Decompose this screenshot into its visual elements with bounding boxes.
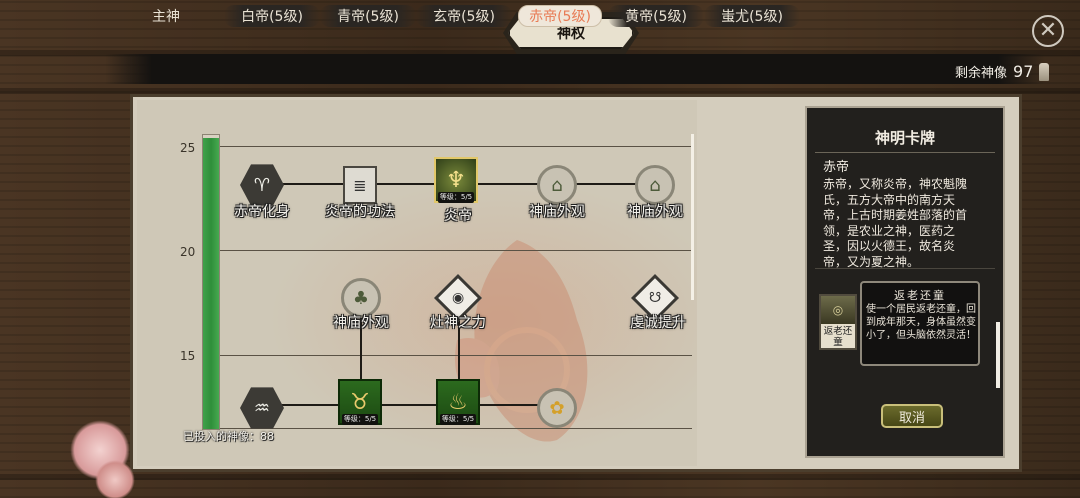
temple-icon: ⌂ (635, 165, 675, 205)
card-god-name: 赤帝 (823, 160, 850, 175)
toad-icon: ♉ 等级：5/5 (338, 379, 382, 425)
cauldron-icon: ♨ 等级：5/5 (436, 379, 480, 425)
gridline (220, 428, 692, 429)
close-icon: ✕ (1038, 18, 1058, 43)
remaining-statues: 剩余神像 97 (955, 62, 1050, 81)
tab-bar (105, 54, 1045, 84)
invested-statues: 已投入的神像：88 (183, 430, 274, 443)
tab-white-emperor[interactable]: 白帝(5级) (224, 5, 320, 27)
divider (815, 268, 995, 269)
card-description: 赤帝，又称炎帝，神农魁隗氏，五方大帝中的南方天帝，上古时期姜姓部落的首领，是农业… (823, 177, 968, 269)
skill-description: 使一个居民返老还童，回到成年那天，身体虽然变小了，但头脑依然灵活！ (866, 304, 976, 341)
skill-node-cauldron[interactable]: ♨ 等级：5/5 (436, 379, 480, 425)
skill-label: 神庙外观 (333, 315, 389, 331)
remaining-count: 97 (1013, 62, 1034, 81)
tab-main-god[interactable]: 主神 (127, 5, 205, 27)
skill-node-toad[interactable]: ♉ 等级：5/5 (338, 379, 382, 425)
skill-label: 神庙外观 (529, 204, 585, 220)
statue-icon (1039, 62, 1050, 81)
skill-label: 灶神之力 (430, 315, 486, 331)
dragon-icon: ♒ (240, 387, 284, 429)
card-scrollbar[interactable] (996, 322, 1000, 388)
tree-scrollbar[interactable] (691, 134, 694, 300)
flower-decoration (95, 460, 135, 498)
skill-label: 炎帝 (444, 208, 472, 224)
skill-icon-text: 返老还童 (823, 326, 853, 348)
card-header: 神明卡牌 (874, 129, 935, 147)
skill-node-flower[interactable]: ✿ (535, 386, 579, 430)
flower-icon: ✿ (537, 388, 577, 428)
skill-card-icon[interactable]: ◎ 返老还童 (819, 294, 857, 350)
emperor-icon: ♆ 等级：5/5 (434, 157, 478, 203)
tab-red-emperor[interactable]: 赤帝(5级) (518, 5, 602, 27)
scroll-icon: ≣ (343, 166, 377, 204)
level-label-15: 15 (180, 349, 196, 363)
level-badge: 等级：5/5 (438, 192, 474, 203)
skill-label: 赤帝化身 (234, 204, 290, 220)
temple-icon: ⌂ (537, 165, 577, 205)
divider (815, 152, 995, 153)
skill-title: 返老还童 (894, 289, 946, 302)
tab-chiyou[interactable]: 蚩尤(5级) (704, 5, 800, 27)
tab-yellow-emperor[interactable]: 黄帝(5级) (608, 5, 704, 27)
close-button[interactable]: ✕ (1032, 15, 1064, 47)
skill-label: 神庙外观 (627, 204, 683, 220)
skill-label: 虔诚提升 (630, 315, 686, 331)
level-label-25: 25 (180, 141, 196, 155)
level-label-20: 20 (180, 245, 196, 259)
level-badge: 等级：5/5 (342, 414, 378, 425)
skill-node-yandi[interactable]: ♆ 等级：5/5 (434, 157, 478, 203)
gridline (220, 355, 692, 356)
progress-fill (203, 138, 219, 429)
remaining-label: 剩余神像 (955, 66, 1008, 81)
connector-line (260, 404, 560, 406)
tab-azure-emperor[interactable]: 青帝(5级) (320, 5, 416, 27)
skill-node-dragon[interactable]: ♒ (240, 386, 284, 430)
skill-tree-area[interactable] (137, 100, 697, 466)
gridline (220, 146, 692, 147)
rejuvenation-icon: ◎ (821, 296, 855, 324)
level-badge: 等级：5/5 (440, 414, 476, 425)
gridline (220, 250, 692, 251)
cancel-button[interactable]: 取消 (881, 404, 943, 428)
tab-black-emperor[interactable]: 玄帝(5级) (416, 5, 512, 27)
skill-label: 炎帝的功法 (325, 204, 395, 220)
